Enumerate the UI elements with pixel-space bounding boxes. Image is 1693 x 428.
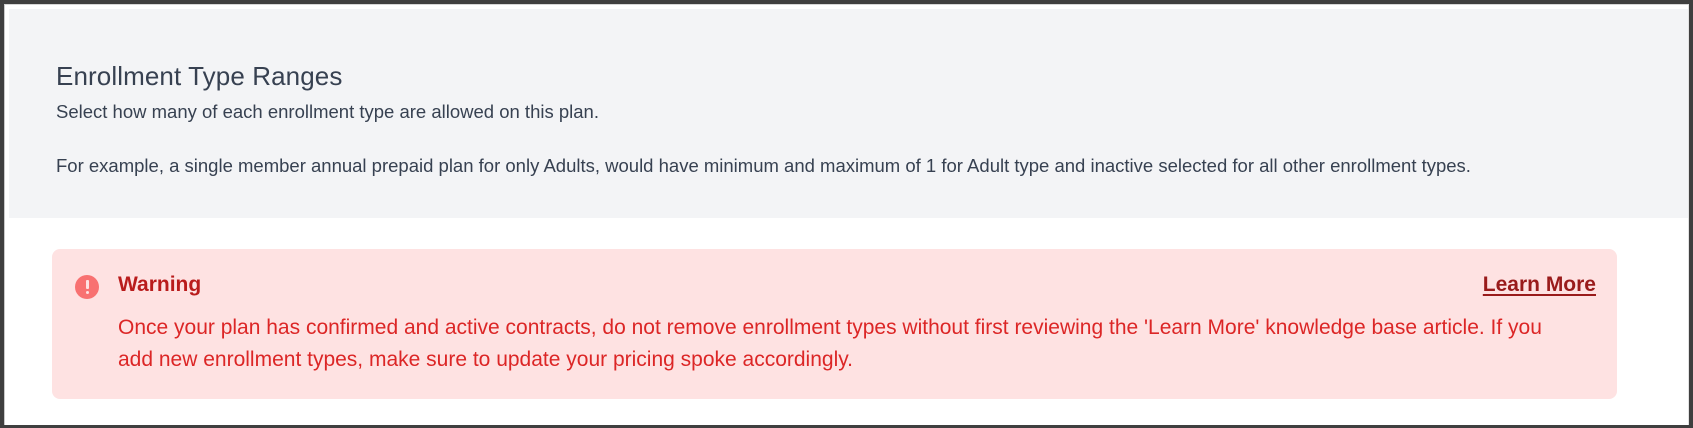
warning-alert: Warning Learn More Once your plan has co… bbox=[52, 249, 1617, 399]
page-title: Enrollment Type Ranges bbox=[56, 61, 343, 91]
warning-message: Once your plan has confirmed and active … bbox=[118, 316, 1542, 371]
window-frame: Enrollment Type Ranges Select how many o… bbox=[0, 0, 1693, 428]
exclamation-circle-icon bbox=[75, 275, 99, 299]
exclamation-dot bbox=[85, 291, 89, 294]
warning-title: Warning bbox=[118, 273, 202, 296]
learn-more-link[interactable]: Learn More bbox=[1483, 273, 1596, 297]
exclamation-bar bbox=[85, 280, 89, 289]
section-subtitle: Select how many of each enrollment type … bbox=[56, 101, 599, 122]
section-example-text: For example, a single member annual prep… bbox=[56, 155, 1471, 176]
section-header-panel: Enrollment Type Ranges Select how many o… bbox=[9, 9, 1689, 218]
